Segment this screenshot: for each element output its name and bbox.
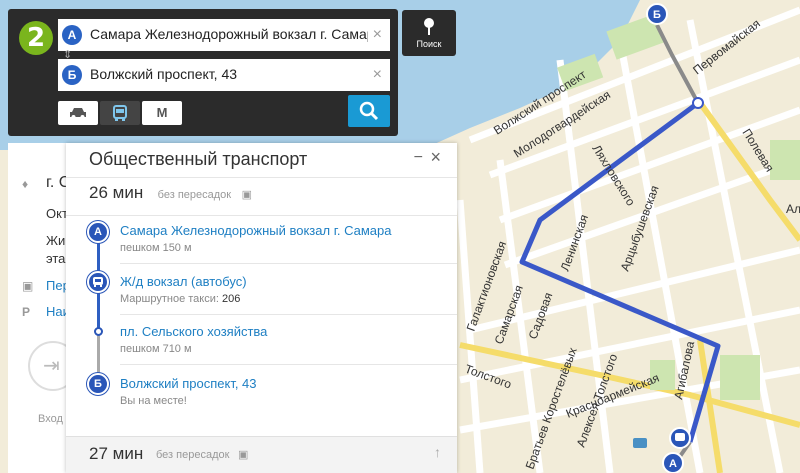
step-detail: Маршрутное такси: 206	[120, 293, 241, 305]
bus-icon: ▣	[238, 449, 249, 461]
from-input[interactable]: Самара Железнодорожный вокзал г. Самара	[90, 26, 368, 42]
bus-stop-badge	[87, 271, 109, 293]
entrance-icon: ⇥	[43, 355, 60, 377]
clear-from-icon[interactable]: ×	[373, 25, 382, 45]
car-icon	[70, 108, 86, 119]
parking-icon: P	[22, 305, 31, 319]
2gis-logo[interactable]: 2	[19, 21, 53, 55]
route-summary[interactable]: 26 мин без пересадок ▣	[89, 183, 252, 203]
step-badge-a: А	[87, 221, 109, 243]
route-transfers: без пересадок	[157, 189, 232, 201]
divider	[66, 177, 457, 178]
step-detail: пешком 710 м	[120, 343, 192, 355]
to-input[interactable]: Волжский проспект, 43	[90, 66, 368, 82]
bus-icon	[113, 105, 127, 121]
bus-icon: ▣	[22, 279, 34, 293]
step-detail: пешком 150 м	[120, 242, 192, 254]
route-number[interactable]: 206	[222, 293, 240, 305]
place-line: Жи	[46, 233, 66, 248]
point-b-badge: Б	[62, 65, 82, 85]
metro-icon: М	[156, 105, 168, 120]
search-route-button[interactable]	[348, 95, 390, 127]
mode-bus-button[interactable]	[100, 101, 140, 125]
transport-panel: Общественный транспорт − × 26 мин без пе…	[66, 143, 457, 473]
step-dot	[94, 327, 103, 336]
place-line: эта	[46, 251, 66, 266]
map-marker-end-label: Б	[653, 9, 661, 21]
to-field[interactable]: Б Волжский проспект, 43 ×	[58, 59, 390, 91]
route-segment-bus	[97, 289, 100, 329]
close-icon[interactable]: ×	[430, 147, 441, 168]
step-name[interactable]: Самара Железнодорожный вокзал г. Самара	[120, 223, 391, 238]
from-field[interactable]: А Самара Железнодорожный вокзал г. Самар…	[58, 19, 390, 51]
poisk-button[interactable]: Поиск	[402, 10, 456, 56]
pin-icon: ♦	[22, 177, 29, 191]
bus-icon: ▣	[241, 189, 252, 201]
step-name[interactable]: Ж/д вокзал (автобус)	[120, 274, 247, 289]
pin-icon	[424, 18, 434, 35]
route-duration: 27 мин	[89, 444, 144, 463]
minimize-icon[interactable]: −	[414, 149, 423, 167]
search-icon	[359, 101, 379, 121]
alt-route-row[interactable]: 27 мин без пересадок ▣ ↑	[66, 436, 457, 473]
route-duration: 26 мин	[89, 183, 144, 202]
route-search-panel: 2 А Самара Железнодорожный вокзал г. Сам…	[8, 9, 398, 136]
street-label: Ал	[786, 202, 800, 216]
bus-icon	[93, 277, 103, 287]
place-line: Окт	[46, 206, 68, 221]
divider	[120, 314, 457, 315]
divider	[120, 263, 457, 264]
panel-title: Общественный транспорт	[89, 149, 308, 169]
camera-icon[interactable]	[633, 438, 647, 448]
map-marker-start-label: А	[669, 458, 677, 470]
route-stop-dot[interactable]	[692, 97, 704, 109]
route-transfers: без пересадок	[156, 449, 230, 461]
bus-icon	[675, 433, 685, 441]
clear-to-icon[interactable]: ×	[373, 65, 382, 85]
mode-car-button[interactable]	[58, 101, 98, 125]
step-badge-b: Б	[87, 373, 109, 395]
divider	[120, 364, 457, 365]
step-name[interactable]: пл. Сельского хозяйства	[120, 324, 267, 339]
poisk-label: Поиск	[416, 39, 442, 49]
step-detail: Вы на месте!	[120, 395, 187, 407]
entrance-label: Вход	[38, 413, 63, 425]
step-name[interactable]: Волжский проспект, 43	[120, 376, 257, 391]
divider	[66, 215, 457, 216]
expand-arrow-icon[interactable]: ↑	[434, 444, 441, 460]
mode-metro-button[interactable]: М	[142, 101, 182, 125]
point-a-badge: А	[62, 25, 82, 45]
